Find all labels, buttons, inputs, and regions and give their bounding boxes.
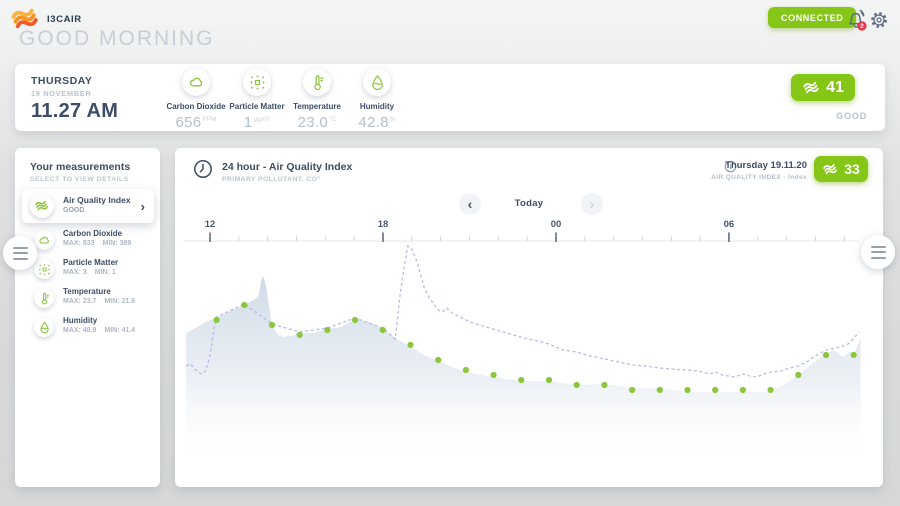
- sidebar-item-carbon-dioxide[interactable]: Carbon Dioxide MAX: 833MIN: 389: [22, 226, 154, 254]
- aqi-waves-icon: [802, 81, 821, 95]
- aqi-value: 41: [826, 79, 844, 97]
- brand-name: I3CAIR: [47, 14, 82, 25]
- aqi-status-label: GOOD: [836, 111, 867, 121]
- cloud-icon: [182, 68, 210, 96]
- sidebar-item-air-quality-index[interactable]: Air Quality Index GOOD ›: [22, 189, 154, 223]
- prev-day-button[interactable]: ‹: [459, 193, 481, 215]
- droplet-icon: [34, 317, 54, 337]
- page-title: GOOD MORNING: [19, 27, 215, 51]
- top-bar: I3CAIR GOOD MORNING CONNECTED 2: [0, 0, 900, 60]
- next-day-button[interactable]: ›: [581, 193, 603, 215]
- sidebar-item-temperature[interactable]: Temperature MAX: 23.7MIN: 21.6: [22, 284, 154, 312]
- svg-text:18: 18: [378, 219, 389, 230]
- particles-icon: [34, 259, 54, 279]
- cloud-icon: [34, 230, 54, 250]
- left-drawer-handle[interactable]: [3, 236, 37, 270]
- status-card: THURSDAY 19 NOVEMBER 11.27 AM Carbon Dio…: [15, 64, 885, 131]
- chevron-right-icon: ›: [141, 199, 145, 214]
- svg-text:00: 00: [551, 219, 562, 230]
- svg-text:12: 12: [205, 219, 216, 230]
- hamburger-icon: [871, 246, 886, 248]
- gear-icon: [868, 19, 890, 34]
- aqi-waves-icon: [30, 194, 54, 218]
- connected-button[interactable]: CONNECTED: [768, 7, 856, 28]
- status-date: 19 NOVEMBER: [31, 89, 92, 98]
- svg-text:06: 06: [724, 219, 735, 230]
- chart-subtitle: PRIMARY POLLUTANT: CO²: [222, 176, 352, 183]
- aqi-badge: 41: [791, 74, 855, 101]
- sensor-humidity: Humidity 42.8%: [339, 68, 415, 131]
- chart-title: 24 hour - Air Quality Index: [222, 161, 352, 173]
- sidebar-subtitle: SELECT TO VIEW DETAILS: [30, 176, 130, 183]
- chart-index-label: AIR QUALITY INDEX - Index: [711, 174, 807, 181]
- settings-button[interactable]: [868, 9, 890, 31]
- thermometer-icon: [34, 288, 54, 308]
- sidebar-item-humidity[interactable]: Humidity MAX: 48.9MIN: 41.4: [22, 313, 154, 341]
- notifications-button[interactable]: 2: [845, 9, 869, 33]
- aqi-area-chart: 12 18 00 06: [183, 215, 873, 487]
- status-day: THURSDAY: [31, 75, 92, 87]
- clock-icon: [192, 158, 214, 185]
- status-time: 11.27 AM: [31, 100, 118, 123]
- hamburger-icon: [13, 247, 28, 249]
- aqi-waves-icon: [822, 163, 839, 176]
- bell-icon: 2: [845, 21, 869, 36]
- chart-aqi-badge: 33: [814, 156, 868, 182]
- measurements-panel: Your measurements SELECT TO VIEW DETAILS…: [15, 148, 160, 487]
- right-drawer-handle[interactable]: [861, 235, 895, 269]
- chart-panel: 24 hour - Air Quality Index PRIMARY POLL…: [175, 148, 883, 487]
- chart-date: Thursday 19.11.20: [711, 160, 807, 171]
- chart-aqi-value: 33: [844, 161, 860, 177]
- nav-period-label: Today: [489, 198, 569, 209]
- sidebar-title: Your measurements: [30, 161, 130, 173]
- droplet-icon: [363, 68, 391, 96]
- particles-icon: [243, 68, 271, 96]
- thermometer-icon: [303, 68, 331, 96]
- sidebar-item-particle-matter[interactable]: Particle Matter MAX: 3MIN: 1: [22, 255, 154, 283]
- svg-text:2: 2: [860, 23, 864, 30]
